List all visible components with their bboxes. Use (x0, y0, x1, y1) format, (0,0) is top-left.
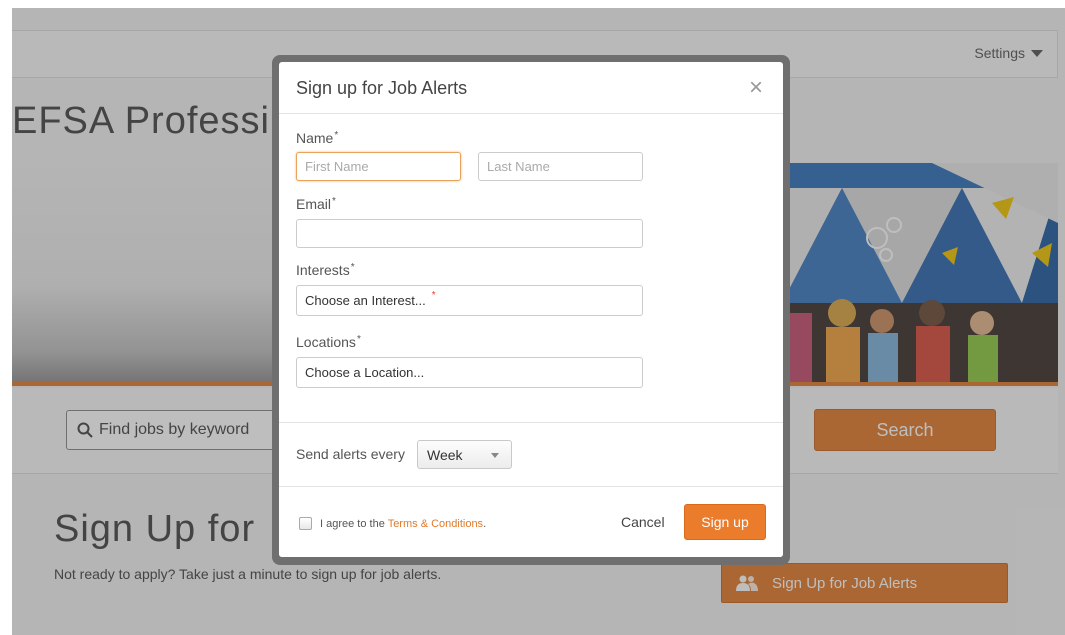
required-marker: * (350, 262, 355, 273)
locations-select[interactable]: Choose a Location... (296, 357, 643, 388)
locations-label-text: Locations (296, 334, 356, 350)
interests-value: Choose an Interest... (305, 293, 426, 308)
interests-select[interactable]: Choose an Interest... * (296, 285, 643, 316)
required-marker: * (332, 196, 336, 207)
first-name-field[interactable]: First Name (296, 152, 461, 181)
required-dot: * (431, 290, 436, 301)
job-alerts-modal: Sign up for Job Alerts × Name* First Nam… (279, 62, 783, 557)
terms-link[interactable]: Terms & Conditions (388, 518, 483, 530)
close-icon[interactable]: × (749, 76, 763, 100)
last-name-placeholder: Last Name (487, 159, 550, 174)
locations-value: Choose a Location... (305, 365, 425, 380)
required-marker: * (356, 334, 361, 345)
modal-header: Sign up for Job Alerts × (279, 62, 783, 114)
terms-checkbox[interactable] (299, 517, 312, 530)
interests-label: Interests* (296, 262, 355, 278)
agree-suffix: . (483, 517, 487, 530)
interests-label-text: Interests (296, 262, 350, 278)
email-label-text: Email (296, 196, 332, 212)
first-name-placeholder: First Name (305, 159, 369, 174)
modal-footer: I agree to the Terms & Conditions. Cance… (279, 487, 783, 557)
agree-text: I agree to the (320, 517, 385, 530)
locations-label: Locations* (296, 334, 361, 350)
terms-agreement: I agree to the Terms & Conditions. (299, 517, 486, 530)
terms-text: I agree to the Terms & Conditions. (320, 518, 486, 530)
chevron-down-icon (491, 453, 499, 458)
sign-up-button[interactable]: Sign up (684, 504, 766, 540)
modal-title: Sign up for Job Alerts (296, 78, 468, 98)
email-label: Email* (296, 196, 336, 212)
modal-divider (279, 422, 783, 423)
email-field[interactable] (296, 219, 643, 248)
last-name-field[interactable]: Last Name (478, 152, 643, 181)
frequency-value: Week (427, 446, 463, 463)
frequency-label: Send alerts every (296, 446, 405, 462)
name-label-text: Name (296, 130, 334, 146)
frequency-select[interactable]: Week (417, 440, 512, 469)
required-marker: * (334, 130, 339, 141)
cancel-button[interactable]: Cancel (621, 514, 665, 530)
name-label: Name* (296, 130, 338, 146)
